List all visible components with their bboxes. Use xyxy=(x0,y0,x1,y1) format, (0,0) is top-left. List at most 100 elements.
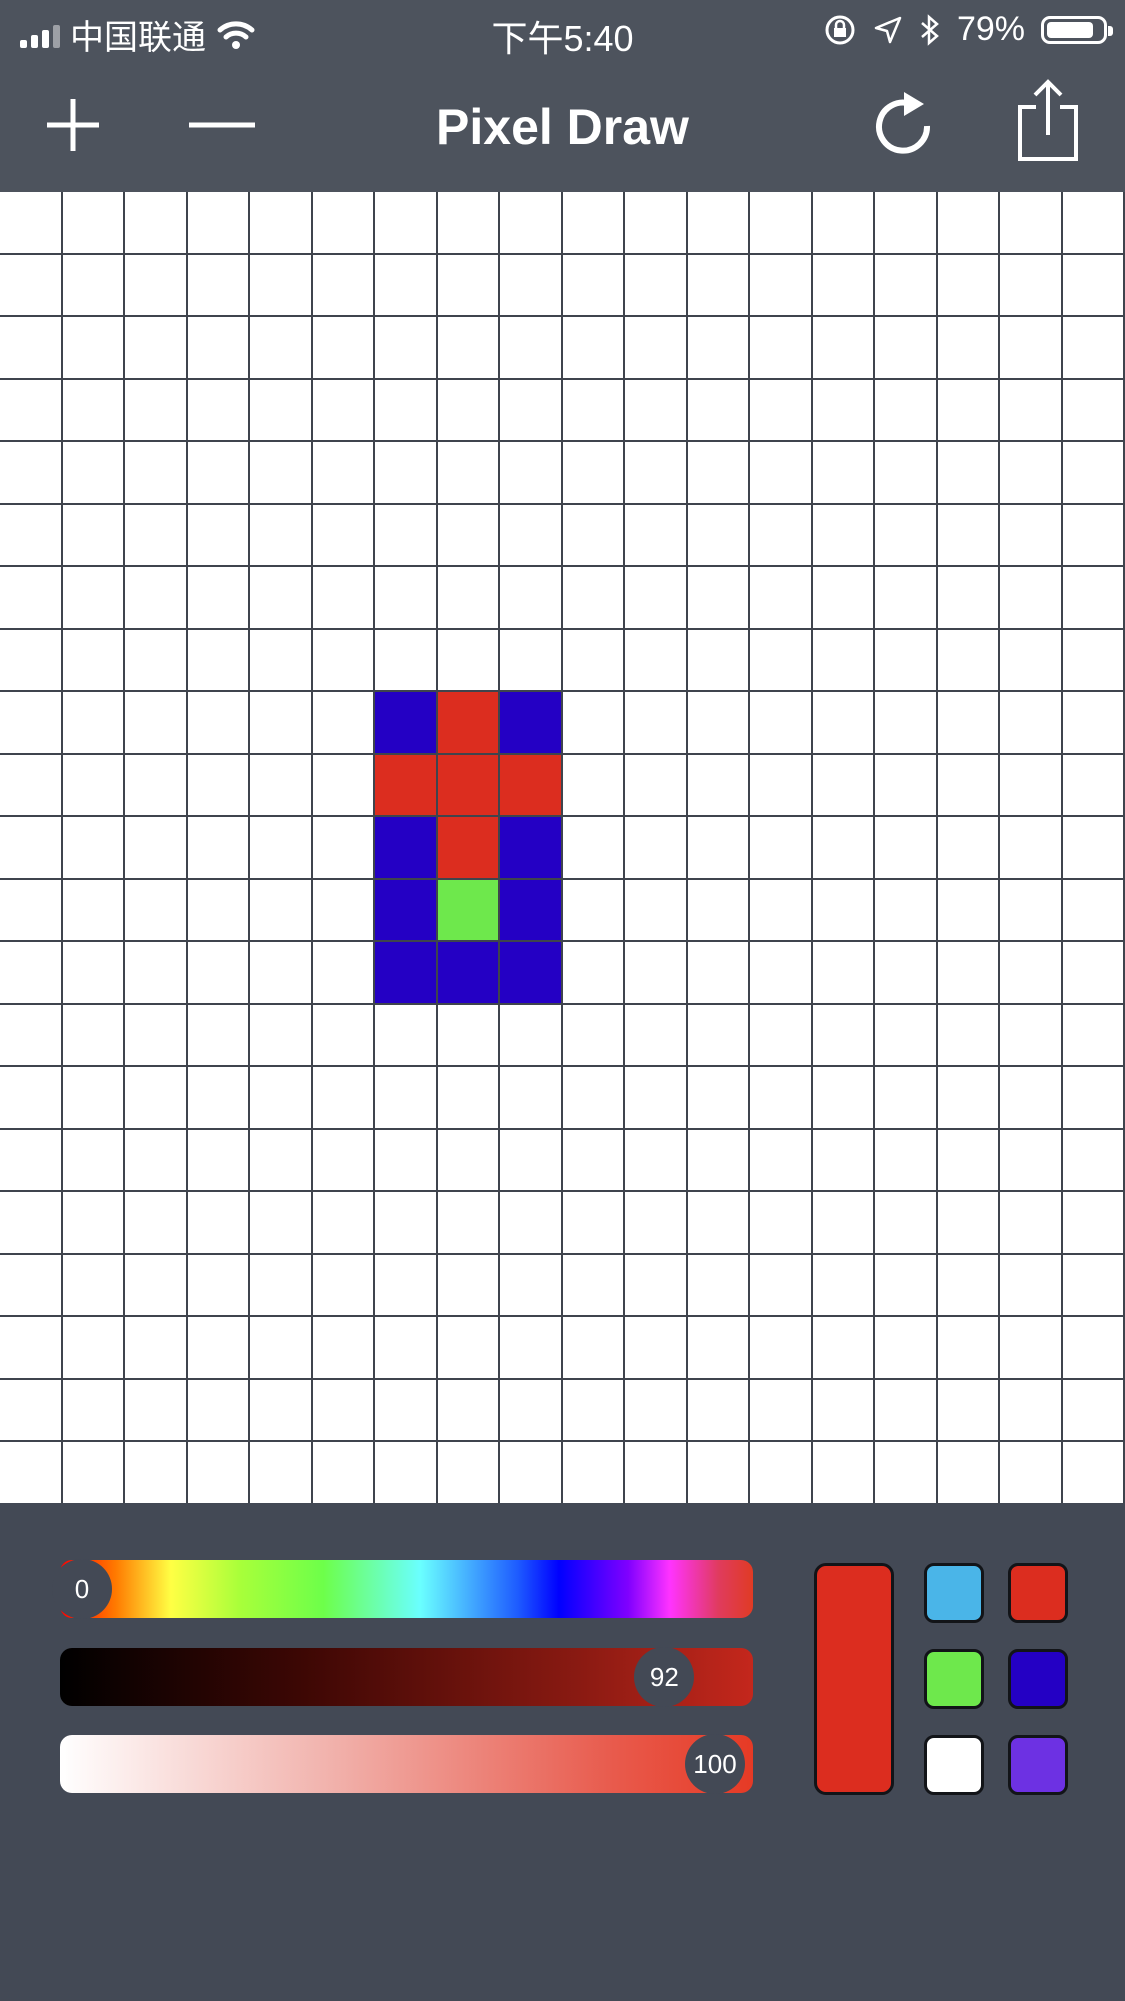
pixel-cell[interactable] xyxy=(0,692,63,755)
pixel-cell[interactable] xyxy=(0,942,63,1005)
pixel-cell[interactable] xyxy=(750,942,813,1005)
pixel-cell[interactable] xyxy=(625,254,688,317)
pixel-cell[interactable] xyxy=(125,1379,188,1442)
pixel-cell[interactable] xyxy=(750,879,813,942)
pixel-cell[interactable] xyxy=(562,754,625,817)
pixel-cell[interactable] xyxy=(687,1317,750,1380)
pixel-cell[interactable] xyxy=(375,442,438,505)
pixel-cell[interactable] xyxy=(500,567,563,630)
pixel-cell[interactable] xyxy=(625,567,688,630)
pixel-cell[interactable] xyxy=(250,817,313,880)
pixel-cell[interactable] xyxy=(500,1379,563,1442)
pixel-cell[interactable] xyxy=(437,817,500,880)
reset-button[interactable] xyxy=(858,80,948,170)
pixel-cell[interactable] xyxy=(187,504,250,567)
pixel-cell[interactable] xyxy=(937,192,1000,255)
pixel-cell[interactable] xyxy=(250,1379,313,1442)
pixel-cell[interactable] xyxy=(1000,1129,1063,1192)
pixel-cell[interactable] xyxy=(1000,317,1063,380)
pixel-cell[interactable] xyxy=(437,1129,500,1192)
pixel-cell[interactable] xyxy=(375,317,438,380)
pixel-cell[interactable] xyxy=(187,879,250,942)
hue-slider-knob[interactable]: 0 xyxy=(52,1559,112,1619)
pixel-cell[interactable] xyxy=(187,442,250,505)
pixel-cell[interactable] xyxy=(187,1254,250,1317)
pixel-cell[interactable] xyxy=(750,1129,813,1192)
pixel-cell[interactable] xyxy=(62,692,125,755)
pixel-cell[interactable] xyxy=(0,1067,63,1130)
pixel-cell[interactable] xyxy=(250,379,313,442)
pixel-cell[interactable] xyxy=(312,754,375,817)
pixel-cell[interactable] xyxy=(875,1129,938,1192)
pixel-cell[interactable] xyxy=(1062,942,1125,1005)
pixel-cell[interactable] xyxy=(937,317,1000,380)
pixel-cell[interactable] xyxy=(812,1442,875,1503)
pixel-cell[interactable] xyxy=(1000,504,1063,567)
pixel-cell[interactable] xyxy=(125,1004,188,1067)
pixel-cell[interactable] xyxy=(1062,1129,1125,1192)
pixel-cell[interactable] xyxy=(125,942,188,1005)
pixel-cell[interactable] xyxy=(250,1129,313,1192)
pixel-cell[interactable] xyxy=(0,1254,63,1317)
pixel-cell[interactable] xyxy=(437,1067,500,1130)
pixel-cell[interactable] xyxy=(1062,754,1125,817)
pixel-cell[interactable] xyxy=(187,754,250,817)
pixel-cell[interactable] xyxy=(437,879,500,942)
pixel-cell[interactable] xyxy=(187,692,250,755)
pixel-cell[interactable] xyxy=(312,1254,375,1317)
pixel-cell[interactable] xyxy=(500,1067,563,1130)
pixel-cell[interactable] xyxy=(625,1004,688,1067)
pixel-cell[interactable] xyxy=(937,1129,1000,1192)
pixel-cell[interactable] xyxy=(375,1067,438,1130)
pixel-cell[interactable] xyxy=(375,942,438,1005)
pixel-cell[interactable] xyxy=(562,817,625,880)
palette-swatch-white[interactable] xyxy=(924,1735,984,1795)
pixel-cell[interactable] xyxy=(687,942,750,1005)
pixel-cell[interactable] xyxy=(0,1192,63,1255)
pixel-cell[interactable] xyxy=(1062,1442,1125,1503)
pixel-cell[interactable] xyxy=(125,317,188,380)
pixel-cell[interactable] xyxy=(1000,442,1063,505)
pixel-cell[interactable] xyxy=(250,692,313,755)
pixel-cell[interactable] xyxy=(687,754,750,817)
pixel-cell[interactable] xyxy=(312,942,375,1005)
pixel-cell[interactable] xyxy=(125,879,188,942)
pixel-cell[interactable] xyxy=(1062,1379,1125,1442)
pixel-canvas[interactable] xyxy=(0,192,1125,1503)
pixel-cell[interactable] xyxy=(437,1004,500,1067)
pixel-cell[interactable] xyxy=(0,317,63,380)
pixel-cell[interactable] xyxy=(62,942,125,1005)
saturation-slider-knob[interactable]: 100 xyxy=(685,1734,745,1794)
pixel-cell[interactable] xyxy=(437,1442,500,1503)
pixel-cell[interactable] xyxy=(687,1129,750,1192)
pixel-cell[interactable] xyxy=(250,1067,313,1130)
pixel-cell[interactable] xyxy=(687,1004,750,1067)
pixel-cell[interactable] xyxy=(500,1004,563,1067)
pixel-cell[interactable] xyxy=(1062,504,1125,567)
pixel-grid[interactable] xyxy=(0,192,1125,1503)
pixel-cell[interactable] xyxy=(812,692,875,755)
pixel-cell[interactable] xyxy=(1062,692,1125,755)
pixel-cell[interactable] xyxy=(0,1004,63,1067)
palette-swatch-green[interactable] xyxy=(924,1649,984,1709)
pixel-cell[interactable] xyxy=(500,254,563,317)
pixel-cell[interactable] xyxy=(687,1442,750,1503)
pixel-cell[interactable] xyxy=(687,817,750,880)
pixel-cell[interactable] xyxy=(1062,1192,1125,1255)
pixel-cell[interactable] xyxy=(250,567,313,630)
pixel-cell[interactable] xyxy=(437,1379,500,1442)
pixel-cell[interactable] xyxy=(1000,817,1063,880)
pixel-cell[interactable] xyxy=(1000,942,1063,1005)
pixel-cell[interactable] xyxy=(125,379,188,442)
pixel-cell[interactable] xyxy=(625,192,688,255)
pixel-cell[interactable] xyxy=(875,879,938,942)
pixel-cell[interactable] xyxy=(1000,254,1063,317)
pixel-cell[interactable] xyxy=(750,692,813,755)
pixel-cell[interactable] xyxy=(1062,1004,1125,1067)
pixel-cell[interactable] xyxy=(0,192,63,255)
pixel-cell[interactable] xyxy=(750,1067,813,1130)
pixel-cell[interactable] xyxy=(562,1254,625,1317)
pixel-cell[interactable] xyxy=(812,942,875,1005)
pixel-cell[interactable] xyxy=(750,817,813,880)
pixel-cell[interactable] xyxy=(187,317,250,380)
